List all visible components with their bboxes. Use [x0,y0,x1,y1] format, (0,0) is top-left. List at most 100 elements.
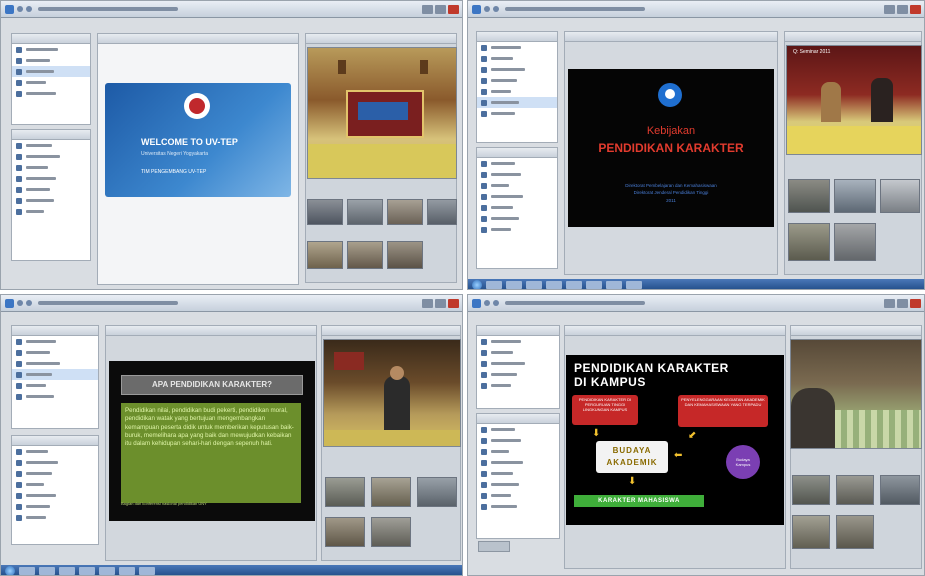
participant-video-thumb[interactable] [834,179,876,213]
list-item[interactable] [12,184,90,195]
participant-video-thumb[interactable] [417,477,457,507]
participant-video-thumb[interactable] [880,179,920,213]
participant-video-thumb[interactable] [371,477,411,507]
list-item[interactable] [12,347,98,358]
close-button[interactable] [448,4,459,14]
participant-video-thumb[interactable] [792,475,830,505]
close-button[interactable] [910,4,921,14]
list-item[interactable] [477,158,557,169]
forward-icon[interactable] [493,300,499,306]
taskbar-app-button[interactable] [626,281,642,289]
list-item[interactable] [12,358,98,369]
list-item[interactable] [12,446,98,457]
minimize-button[interactable] [422,298,433,308]
list-item[interactable] [477,358,559,369]
forward-icon[interactable] [493,6,499,12]
list-item[interactable] [477,435,559,446]
list-item[interactable] [477,424,559,435]
list-item[interactable] [477,446,559,457]
list-item[interactable] [12,151,90,162]
taskbar-app-button[interactable] [606,281,622,289]
list-item[interactable] [12,88,90,99]
list-item[interactable] [477,64,557,75]
participant-video-thumb[interactable] [387,241,423,269]
taskbar-app-button[interactable] [546,281,562,289]
start-button[interactable] [5,566,15,575]
list-item[interactable] [12,336,98,347]
start-button[interactable] [472,280,482,289]
maximize-button[interactable] [897,4,908,14]
list-item[interactable] [477,169,557,180]
list-item[interactable] [477,336,559,347]
list-item[interactable] [477,479,559,490]
back-icon[interactable] [17,6,23,12]
list-item[interactable] [12,380,98,391]
list-item[interactable] [12,512,98,523]
list-item[interactable] [12,206,90,217]
participant-video-thumb[interactable] [307,241,343,269]
list-item[interactable] [12,195,90,206]
taskbar-app-button[interactable] [586,281,602,289]
list-item[interactable] [477,501,559,512]
participant-video-thumb[interactable] [792,515,830,549]
participant-video-thumb[interactable] [427,199,457,225]
list-item[interactable] [477,380,559,391]
list-item[interactable] [477,108,557,119]
taskbar-app-button[interactable] [99,567,115,575]
forward-icon[interactable] [26,300,32,306]
list-item[interactable] [12,77,90,88]
list-item[interactable] [477,468,559,479]
taskbar-app-button[interactable] [526,281,542,289]
maximize-button[interactable] [897,298,908,308]
list-item[interactable] [477,490,559,501]
list-item[interactable] [477,457,559,468]
list-item[interactable] [477,42,557,53]
taskbar-app-button[interactable] [506,281,522,289]
list-item[interactable] [477,97,557,108]
list-item[interactable] [477,347,559,358]
minimize-button[interactable] [884,4,895,14]
list-item[interactable] [477,191,557,202]
list-item[interactable] [12,140,90,151]
participant-video-thumb[interactable] [387,199,423,225]
taskbar-app-button[interactable] [566,281,582,289]
list-item[interactable] [477,86,557,97]
maximize-button[interactable] [435,4,446,14]
participant-video-thumb[interactable] [836,515,874,549]
back-icon[interactable] [484,300,490,306]
participant-video-thumb[interactable] [834,223,876,261]
minimize-button[interactable] [422,4,433,14]
taskbar-app-button[interactable] [139,567,155,575]
list-item[interactable] [12,55,90,66]
list-item[interactable] [12,490,98,501]
list-item[interactable] [12,44,90,55]
participant-video-thumb[interactable] [347,241,383,269]
list-item[interactable] [477,224,557,235]
participant-video-thumb[interactable] [788,179,830,213]
list-item[interactable] [12,468,98,479]
participant-video-thumb[interactable] [347,199,383,225]
list-item[interactable] [12,457,98,468]
taskbar-app-button[interactable] [486,281,502,289]
taskbar-app-button[interactable] [59,567,75,575]
close-button[interactable] [448,298,459,308]
list-item[interactable] [12,501,98,512]
list-item[interactable] [12,173,90,184]
participant-video-thumb[interactable] [788,223,830,261]
participant-video-thumb[interactable] [307,199,343,225]
taskbar-app-button[interactable] [119,567,135,575]
participant-video-thumb[interactable] [325,477,365,507]
send-button[interactable] [478,541,510,552]
participant-video-thumb[interactable] [325,517,365,547]
taskbar-app-button[interactable] [39,567,55,575]
list-item[interactable] [12,162,90,173]
back-icon[interactable] [484,6,490,12]
close-button[interactable] [910,298,921,308]
list-item[interactable] [477,180,557,191]
list-item[interactable] [477,369,559,380]
list-item[interactable] [12,66,90,77]
list-item[interactable] [12,479,98,490]
back-icon[interactable] [17,300,23,306]
participant-video-thumb[interactable] [836,475,874,505]
list-item[interactable] [12,369,98,380]
